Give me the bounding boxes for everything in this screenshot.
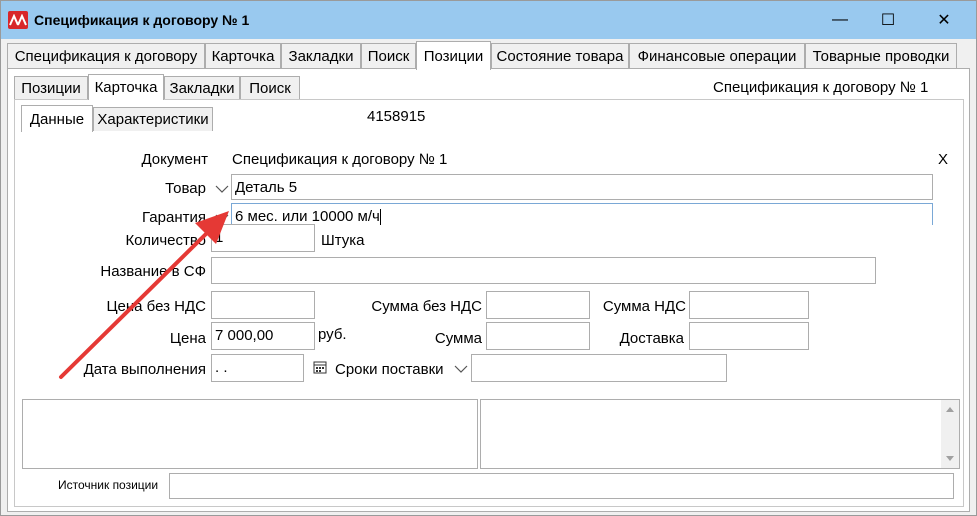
document-label: Документ [141, 151, 208, 168]
price-field[interactable]: 7 000,00 [211, 322, 315, 350]
memo-right[interactable] [480, 399, 960, 469]
due-date-label: Дата выполнения [83, 361, 206, 378]
app-logo-icon [8, 11, 28, 29]
maximize-button[interactable]: ☐ [865, 1, 911, 39]
memo-left[interactable] [22, 399, 478, 469]
minimize-button[interactable]: — [817, 1, 863, 39]
warranty-field[interactable]: 6 мес. или 10000 м/ч [231, 203, 933, 225]
minimize-icon: — [832, 11, 848, 28]
product-field[interactable]: Деталь 5 [231, 174, 933, 200]
source-label: Источник позиции [58, 478, 159, 492]
tab-search[interactable]: Поиск [361, 43, 416, 69]
window-title: Спецификация к договору № 1 [34, 12, 250, 28]
record-id: 4158915 [367, 108, 426, 125]
subtab-bookmarks[interactable]: Закладки [164, 76, 240, 100]
unit-label: Штука [321, 232, 365, 249]
close-icon: ✕ [937, 12, 951, 29]
source-field[interactable] [169, 473, 954, 499]
subtab-search[interactable]: Поиск [240, 76, 300, 100]
vat-sum-field[interactable] [689, 291, 809, 319]
tab-data[interactable]: Данные [21, 105, 93, 132]
product-label: Товар [165, 180, 206, 197]
clear-document-button[interactable]: X [938, 151, 948, 168]
tab-positions[interactable]: Позиции [416, 41, 491, 70]
product-chevron-down-icon[interactable] [214, 181, 230, 197]
sum-novat-field[interactable] [486, 291, 590, 319]
warranty-label: Гарантия [142, 209, 206, 226]
tab-characteristics[interactable]: Характеристики [93, 107, 213, 131]
sf-name-field[interactable] [211, 257, 876, 284]
tab-financial-operations[interactable]: Финансовые операции [629, 43, 805, 69]
app-window: Спецификация к договору № 1 — ☐ ✕ Специф… [0, 0, 977, 516]
sf-name-label: Название в СФ [100, 263, 206, 280]
document-value: Спецификация к договору № 1 [232, 151, 448, 168]
scroll-down-icon[interactable] [945, 455, 955, 463]
close-window-button[interactable]: ✕ [921, 1, 967, 39]
sum-label: Сумма [434, 330, 482, 347]
quantity-label: Количество [125, 232, 206, 249]
delivery-terms-chevron-down-icon[interactable] [453, 361, 469, 377]
currency-label: руб. [318, 326, 347, 343]
memo-scrollbar[interactable] [941, 400, 959, 468]
maximize-icon: ☐ [880, 12, 896, 29]
delivery-label: Доставка [619, 330, 684, 347]
vat-sum-label: Сумма НДС [602, 298, 686, 315]
tab-card[interactable]: Карточка [205, 43, 281, 69]
tab-specification[interactable]: Спецификация к договору [7, 43, 205, 69]
price-novat-field[interactable] [211, 291, 315, 319]
title-bar: Спецификация к договору № 1 — ☐ ✕ [1, 1, 976, 39]
positions-panel: Позиции Карточка Закладки Поиск Специфик… [7, 68, 970, 512]
sum-novat-label: Сумма без НДС [371, 298, 482, 315]
scroll-up-icon[interactable] [945, 405, 955, 413]
tab-goods-postings[interactable]: Товарные проводки [805, 43, 957, 69]
text-caret [379, 209, 381, 225]
warranty-value: 6 мес. или 10000 м/ч [235, 208, 380, 225]
price-label: Цена [169, 330, 206, 347]
tab-bookmarks[interactable]: Закладки [281, 43, 361, 69]
subtab-card[interactable]: Карточка [88, 74, 164, 100]
delivery-terms-field[interactable] [471, 354, 727, 382]
calendar-icon[interactable] [313, 360, 327, 374]
sum-field[interactable] [486, 322, 590, 350]
delivery-field[interactable] [689, 322, 809, 350]
subtab-positions[interactable]: Позиции [14, 76, 88, 100]
header-document-title: Спецификация к договору № 1 [713, 79, 929, 96]
price-novat-label: Цена без НДС [106, 298, 206, 315]
quantity-field[interactable]: 1 [211, 224, 315, 252]
due-date-field[interactable]: . . [211, 354, 304, 382]
delivery-terms-label: Сроки поставки [335, 361, 444, 378]
tab-goods-state[interactable]: Состояние товара [491, 43, 629, 69]
